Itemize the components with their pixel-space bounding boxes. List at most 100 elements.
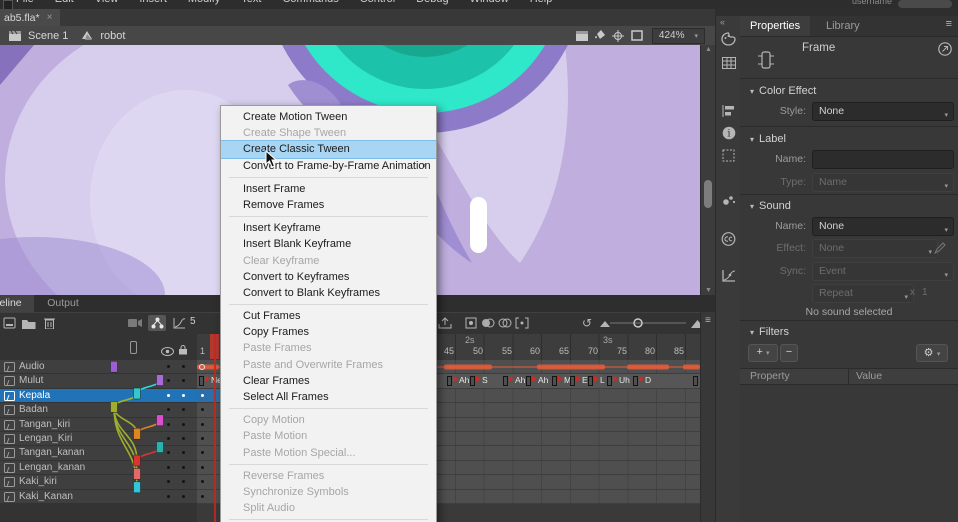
- menu-item-cut-frames[interactable]: Cut Frames: [221, 308, 436, 324]
- transform-panel-icon[interactable]: [716, 144, 741, 166]
- onion-skin-icon[interactable]: [479, 315, 497, 331]
- panel-menu-icon[interactable]: ≡: [946, 18, 952, 30]
- scene-breadcrumb[interactable]: Scene 1: [28, 30, 68, 42]
- menu-item-create-motion-tween[interactable]: Create Motion Tween: [221, 109, 436, 125]
- edit-multiple-frames-icon[interactable]: [513, 315, 531, 331]
- keyframe-dot[interactable]: [201, 451, 204, 454]
- camera-clapper-icon[interactable]: [574, 29, 592, 43]
- timeline-scroll-gutter[interactable]: ≡: [700, 312, 716, 522]
- symbol-breadcrumb[interactable]: robot: [100, 30, 125, 42]
- keyframe-dot[interactable]: [201, 480, 204, 483]
- menu-item-convert-to-frame-by-frame-animation[interactable]: Convert to Frame-by-Frame Animation›: [221, 158, 436, 174]
- layer-lock-dot[interactable]: [182, 365, 185, 368]
- menu-item-insert-frame[interactable]: Insert Frame: [221, 181, 436, 197]
- brushes-panel-icon[interactable]: [716, 188, 741, 210]
- publish-frames-icon[interactable]: [436, 315, 454, 331]
- layer-row-audio[interactable]: Audio: [0, 360, 197, 374]
- menu-item-create-classic-tween[interactable]: Create Classic Tween: [221, 141, 436, 157]
- layer-row-badan[interactable]: Badan: [0, 403, 197, 417]
- tab-output[interactable]: Output: [36, 295, 90, 312]
- layer-lock-dot[interactable]: [182, 480, 185, 483]
- delete-layer-icon[interactable]: [40, 315, 58, 331]
- menubar-item-insert[interactable]: Insert: [139, 0, 167, 5]
- scroll-up-icon[interactable]: ▲: [705, 46, 712, 53]
- menu-item-clear-keyframe[interactable]: Clear Keyframe: [221, 253, 436, 269]
- layer-lock-dot[interactable]: [182, 437, 185, 440]
- keyframe-dot[interactable]: [201, 423, 204, 426]
- layer-lock-dot[interactable]: [182, 423, 185, 426]
- search-box[interactable]: [898, 0, 952, 8]
- layer-visibility-dot[interactable]: [167, 480, 170, 483]
- scroll-down-icon[interactable]: ▼: [705, 287, 712, 294]
- keyframe-dot[interactable]: [201, 466, 204, 469]
- remove-filter-button[interactable]: −: [780, 344, 798, 362]
- layer-visibility-dot[interactable]: [167, 466, 170, 469]
- menu-item-create-shape-tween[interactable]: Create Shape Tween: [221, 125, 436, 141]
- zoom-level-select[interactable]: 424% ▾: [652, 28, 705, 44]
- paint-bucket-icon[interactable]: [592, 29, 610, 43]
- layer-visibility-dot[interactable]: [167, 394, 170, 397]
- layer-lock-dot[interactable]: [182, 495, 185, 498]
- menu-item-remove-frames[interactable]: Remove Frames: [221, 197, 436, 213]
- keyframe-dot[interactable]: [201, 408, 204, 411]
- new-folder-icon[interactable]: [20, 315, 38, 331]
- menubar-item-text[interactable]: Text: [241, 0, 261, 5]
- loop-icon[interactable]: ↺: [578, 315, 596, 331]
- layer-row-kaki-kanan[interactable]: Kaki_Kanan: [0, 490, 197, 504]
- graph-editor-icon[interactable]: [170, 315, 188, 331]
- new-layer-icon[interactable]: [0, 315, 18, 331]
- keyframe-dot[interactable]: [201, 495, 204, 498]
- timeline-zoom-slider[interactable]: [610, 315, 686, 331]
- menu-item-insert-blank-keyframe[interactable]: Insert Blank Keyframe: [221, 236, 436, 252]
- stage-vertical-scrollbar[interactable]: ▲ ▼: [700, 45, 716, 295]
- menubar-item-debug[interactable]: Debug: [416, 0, 448, 5]
- help-arrow-icon[interactable]: [938, 42, 952, 59]
- menu-item-paste-frames[interactable]: Paste Frames: [221, 340, 436, 356]
- onion-skin-outlines-icon[interactable]: [496, 315, 514, 331]
- menu-item-copy-motion[interactable]: Copy Motion: [221, 412, 436, 428]
- menu-item-copy-frames[interactable]: Copy Frames: [221, 324, 436, 340]
- menu-item-select-all-frames[interactable]: Select All Frames: [221, 389, 436, 405]
- menubar-item-help[interactable]: Help: [530, 0, 553, 5]
- menubar-item-modify[interactable]: Modify: [188, 0, 220, 5]
- layer-row-kaki-kiri[interactable]: Kaki_kiri: [0, 475, 197, 489]
- layer-visibility-dot[interactable]: [167, 365, 170, 368]
- expand-panels-icon[interactable]: «: [720, 17, 725, 27]
- menu-item-reverse-frames[interactable]: Reverse Frames: [221, 468, 436, 484]
- layer-row-tangan-kiri[interactable]: Tangan_kiri: [0, 418, 197, 432]
- layer-row-lengan-kanan[interactable]: Lengan_kanan: [0, 461, 197, 475]
- layer-parenting-icon[interactable]: [148, 315, 166, 331]
- menubar-item-edit[interactable]: Edit: [55, 0, 74, 5]
- layer-visibility-dot[interactable]: [167, 495, 170, 498]
- account-label[interactable]: username: [852, 0, 892, 6]
- swatches-panel-icon[interactable]: [716, 52, 741, 74]
- layer-visibility-dot[interactable]: [167, 379, 170, 382]
- section-sound[interactable]: ▾Sound: [750, 200, 791, 212]
- layer-row-mulut[interactable]: Mulut: [0, 374, 197, 388]
- layer-visibility-dot[interactable]: [167, 451, 170, 454]
- document-tab[interactable]: ab5.fla* ×: [0, 9, 60, 26]
- tab-timeline[interactable]: Timeline: [0, 295, 34, 312]
- layer-lock-dot[interactable]: [182, 408, 185, 411]
- lock-icon[interactable]: [178, 342, 188, 360]
- info-panel-icon[interactable]: i: [716, 122, 741, 144]
- menu-item-split-audio[interactable]: Split Audio: [221, 500, 436, 516]
- keyframe-dot[interactable]: [201, 437, 204, 440]
- tab-library[interactable]: Library: [816, 16, 870, 36]
- panel-menu-icon[interactable]: ≡: [705, 315, 711, 326]
- layer-row-tangan-kanan[interactable]: Tangan_kanan: [0, 446, 197, 460]
- section-filters[interactable]: ▾Filters: [750, 326, 789, 338]
- layer-visibility-dot[interactable]: [167, 437, 170, 440]
- layer-lock-dot[interactable]: [182, 394, 185, 397]
- layer-row-kepala[interactable]: Kepala: [0, 389, 197, 403]
- menubar-item-window[interactable]: Window: [470, 0, 509, 5]
- layer-lock-dot[interactable]: [182, 379, 185, 382]
- scrollbar-thumb[interactable]: [704, 180, 712, 208]
- menu-item-clear-frames[interactable]: Clear Frames: [221, 373, 436, 389]
- menu-item-paste-and-overwrite-frames[interactable]: Paste and Overwrite Frames: [221, 357, 436, 373]
- menu-item-convert-to-blank-keyframes[interactable]: Convert to Blank Keyframes: [221, 285, 436, 301]
- menubar-item-commands[interactable]: Commands: [282, 0, 338, 5]
- layer-lock-dot[interactable]: [182, 466, 185, 469]
- camera-icon[interactable]: [126, 315, 144, 331]
- label-name-input[interactable]: [812, 150, 954, 169]
